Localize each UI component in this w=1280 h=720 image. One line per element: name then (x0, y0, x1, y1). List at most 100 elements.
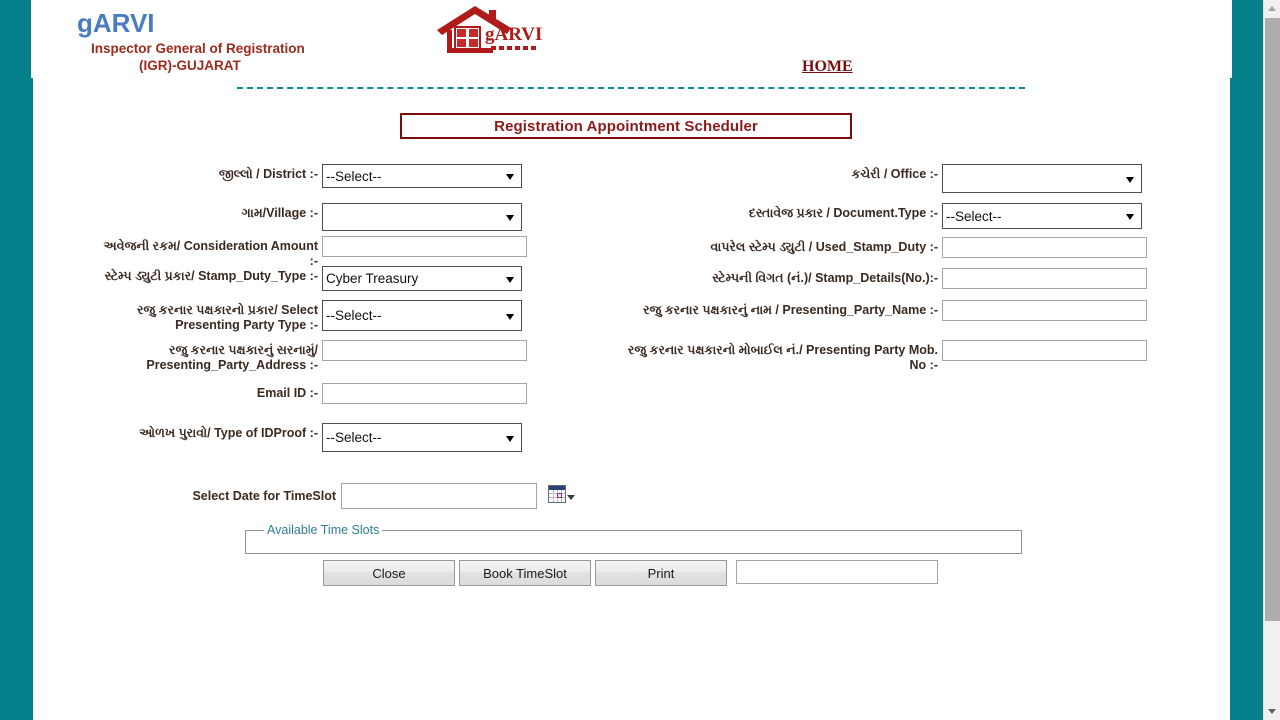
left-teal-rail-bottom (0, 78, 33, 720)
form-row-presenting-party-name: રજુ કરનાર પક્ષકારનું નામ / Presenting_Pa… (613, 300, 1147, 321)
type-of-idproof-select[interactable]: --Select-- (322, 423, 522, 452)
calendar-picker-button[interactable] (548, 483, 576, 509)
form-row-used-stamp-duty: વાપરેલ સ્ટેમ્પ ડ્યુટી / Used_Stamp_Duty … (613, 237, 1147, 258)
book-timeslot-button[interactable]: Book TimeSlot (459, 560, 591, 586)
stamp-duty-type-select-value: Cyber Treasury (326, 271, 419, 286)
field-control (942, 340, 1147, 361)
brand-subtitle-line2: (IGR)-GUJARAT (139, 58, 241, 73)
form-row-presenting-party-address: રજુ કરનાર પક્ષકારનું સરનામું/ Presenting… (93, 340, 527, 373)
presenting-party-address-input[interactable] (322, 340, 527, 361)
chevron-down-icon (1126, 176, 1134, 183)
field-label: રજુ કરનાર પક્ષકારનો મોબાઈલ નં./ Presenti… (627, 343, 938, 372)
field-control (942, 268, 1147, 289)
field-control: Cyber Treasury (322, 266, 522, 291)
presenting-party-name-input[interactable] (942, 300, 1147, 321)
header-divider (237, 87, 1025, 89)
email-id-input[interactable] (322, 383, 527, 404)
field-label: ગામ/Village :- (241, 206, 318, 220)
left-teal-rail-top (0, 0, 31, 78)
date-input[interactable] (341, 483, 537, 509)
page-content: gARVI Inspector General of Registration … (33, 0, 1230, 720)
form-row-stamp-details-no: સ્ટેમ્પની વિગત (નં.)/ Stamp_Details(No.)… (613, 268, 1147, 289)
chevron-down-icon (1126, 214, 1134, 220)
field-control (322, 236, 527, 257)
chevron-down-icon (506, 276, 514, 283)
action-button-row: Close Book TimeSlot Print (33, 560, 1230, 586)
stamp-duty-type-select[interactable]: Cyber Treasury (322, 266, 522, 291)
chevron-down-icon (506, 313, 514, 320)
field-control (322, 340, 527, 361)
house-logo-icon: gARVI (433, 4, 549, 56)
form-row-presenting-party-mob-no: રજુ કરનાર પક્ષકારનો મોબાઈલ નં./ Presenti… (613, 340, 1147, 373)
available-timeslots-legend: Available Time Slots (267, 523, 380, 537)
field-control: --Select-- (942, 203, 1142, 229)
field-label: સ્ટેમ્પ ડ્યુટી પ્રકાર/ Stamp_Duty_Type :… (104, 269, 318, 283)
field-control (942, 300, 1147, 321)
brand-name: gARVI (77, 8, 155, 38)
form-row-type-of-idproof: ઓળખ પુરાવો/ Type of IDProof :- --Select-- (93, 423, 522, 452)
brand-subtitle: Inspector General of Registration (IGR)-… (91, 40, 385, 74)
date-label: Select Date for TimeSlot (192, 489, 336, 503)
field-label: જીલ્લો / District :- (218, 167, 318, 181)
type-of-idproof-select-value: --Select-- (326, 430, 382, 445)
page-title-box: Registration Appointment Scheduler (400, 113, 852, 139)
calendar-caret-icon (567, 495, 575, 500)
chevron-down-icon (506, 174, 514, 180)
chevron-down-icon (506, 215, 514, 221)
district-select[interactable]: --Select-- (322, 164, 522, 188)
form-row-stamp-duty-type: સ્ટેમ્પ ડ્યુટી પ્રકાર/ Stamp_Duty_Type :… (93, 266, 522, 291)
close-button[interactable]: Close (323, 560, 455, 586)
form-row-district: જીલ્લો / District :- --Select-- (93, 164, 522, 188)
form-row-email-id: Email ID :- (93, 383, 527, 404)
scrollbar-thumb[interactable] (1265, 18, 1280, 621)
document-type-select-value: --Select-- (946, 208, 1002, 224)
form-row-village: ગામ/Village :- (93, 203, 522, 231)
field-control (942, 164, 1142, 193)
print-button[interactable]: Print (595, 560, 727, 586)
scroll-up-arrow-icon[interactable] (1264, 0, 1280, 17)
stamp-details-no-input[interactable] (942, 268, 1147, 289)
available-timeslots-fieldset: Available Time Slots (245, 523, 1022, 554)
office-select[interactable] (942, 164, 1142, 193)
svg-text:gARVI: gARVI (485, 24, 542, 45)
calendar-icon (548, 485, 566, 508)
vertical-scrollbar[interactable] (1263, 0, 1280, 720)
field-label: ઓળખ પુરાવો/ Type of IDProof :- (139, 426, 318, 440)
field-label: રજુ કરનાર પક્ષકારનો પ્રકાર/ Select Prese… (136, 303, 318, 332)
field-label: વાપરેલ સ્ટેમ્પ ડ્યુટી / Used_Stamp_Duty … (710, 240, 938, 254)
field-control (322, 383, 527, 404)
scroll-down-arrow-icon[interactable] (1264, 703, 1280, 720)
consideration-amount-input[interactable] (322, 236, 527, 257)
field-label: Email ID :- (256, 386, 318, 400)
right-teal-rail-bottom (1230, 78, 1263, 720)
field-control (322, 203, 522, 231)
field-control: --Select-- (322, 423, 522, 452)
brand-block: gARVI Inspector General of Registration … (55, 8, 385, 74)
form-row-office: કચેરી / Office :- (613, 164, 1142, 193)
select-presenting-party-type-select-value: --Select-- (326, 308, 382, 323)
village-select[interactable] (322, 203, 522, 231)
used-stamp-duty-input[interactable] (942, 237, 1147, 258)
field-control: --Select-- (322, 164, 522, 188)
presenting-party-mob-no-input[interactable] (942, 340, 1147, 361)
browser-page: gARVI Inspector General of Registration … (0, 0, 1280, 720)
extra-text-field[interactable] (736, 560, 938, 584)
field-label: દસ્તાવેજ પ્રકાર / Document.Type :- (748, 206, 938, 220)
page-title: Registration Appointment Scheduler (494, 117, 758, 135)
field-control: --Select-- (322, 300, 522, 331)
select-presenting-party-type-select[interactable]: --Select-- (322, 300, 522, 331)
right-teal-rail-top (1232, 0, 1263, 78)
field-label: સ્ટેમ્પની વિગત (નં.)/ Stamp_Details(No.)… (712, 271, 938, 285)
form-row-select-presenting-party-type: રજુ કરનાર પક્ષકારનો પ્રકાર/ Select Prese… (93, 300, 522, 333)
field-control (942, 237, 1147, 258)
field-label: રજુ કરનાર પક્ષકારનું સરનામું/ Presenting… (146, 343, 318, 372)
chevron-down-icon (506, 435, 514, 442)
home-link[interactable]: HOME (802, 58, 853, 76)
document-type-select[interactable]: --Select-- (942, 203, 1142, 229)
field-label: રજુ કરનાર પક્ષકારનું નામ / Presenting_Pa… (643, 303, 938, 317)
form-row-consideration-amount: અવેજની રકમ/ Consideration Amount :- (93, 236, 527, 269)
field-label: અવેજની રકમ/ Consideration Amount :- (103, 239, 318, 268)
field-label: કચેરી / Office :- (851, 167, 938, 181)
brand-subtitle-line1: Inspector General of Registration (91, 41, 305, 56)
form-row-document-type: દસ્તાવેજ પ્રકાર / Document.Type :- --Sele… (613, 203, 1142, 229)
